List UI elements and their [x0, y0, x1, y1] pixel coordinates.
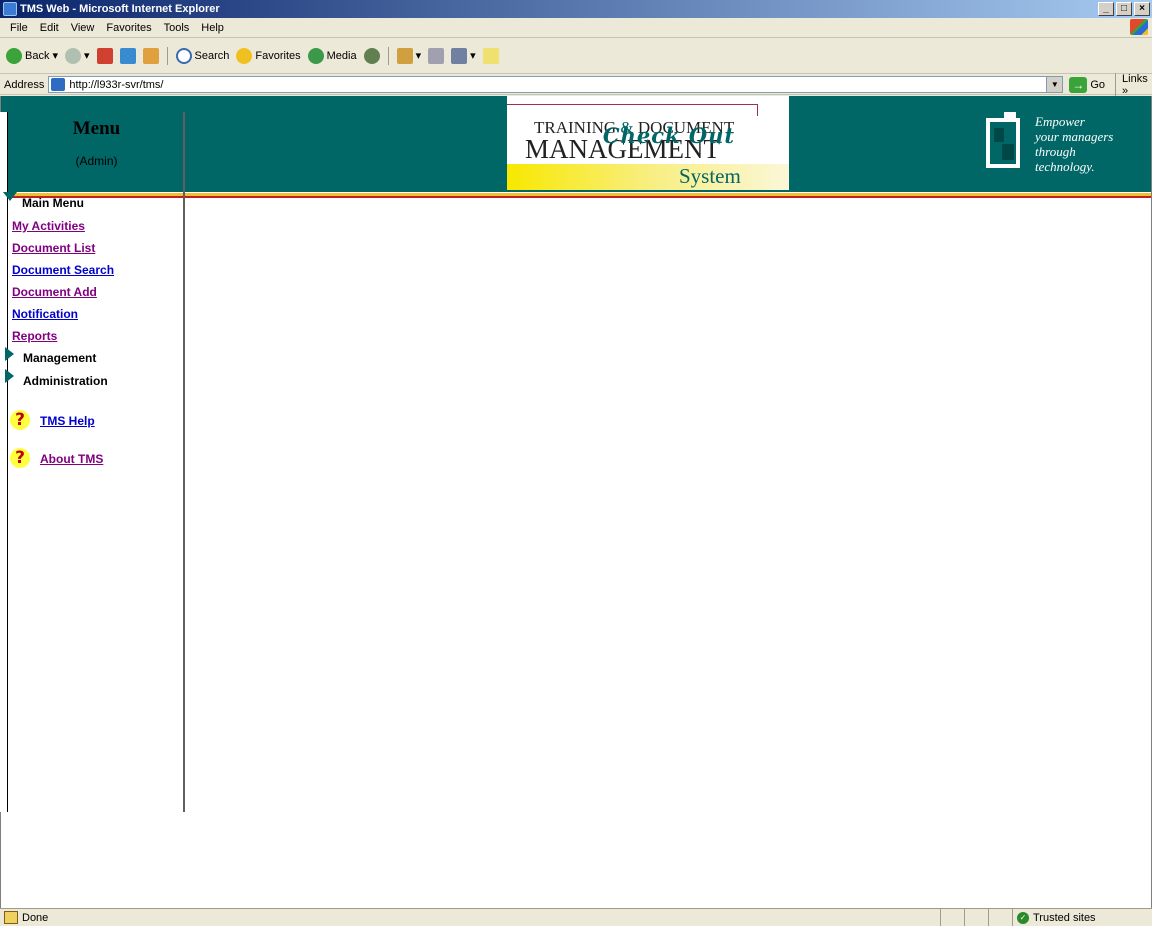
print-icon — [428, 47, 445, 64]
window-controls: _ □ × — [1098, 2, 1150, 16]
messenger-button[interactable] — [481, 47, 501, 64]
print-button[interactable] — [426, 47, 446, 64]
sidebar-item-document-search[interactable]: Document Search — [12, 263, 114, 277]
history-icon — [363, 47, 380, 64]
page-status-icon — [4, 911, 18, 924]
expand-right-icon[interactable] — [5, 369, 14, 383]
edit-button[interactable]: ▾ — [449, 47, 478, 64]
toolbar: Back ▾ ▾ Search Favorites Media ▾ ▾ — [0, 38, 1152, 74]
menu-title: Menu — [72, 118, 121, 139]
maximize-button[interactable]: □ — [1116, 2, 1132, 16]
media-icon — [307, 47, 324, 64]
search-button[interactable]: Search — [174, 47, 232, 64]
home-icon — [142, 47, 159, 64]
sidebar-item-document-add[interactable]: Document Add — [12, 285, 97, 299]
sidebar-item-administration[interactable]: Administration — [23, 374, 108, 388]
go-arrow-icon: → — [1069, 76, 1088, 93]
status-panes: ✓ Trusted sites — [940, 909, 1152, 926]
address-url: http://l933r-svr/tms/ — [69, 78, 164, 91]
toolbar-separator — [166, 46, 168, 65]
menu-tools[interactable]: Tools — [158, 22, 196, 34]
sidebar-item-my-activities[interactable]: My Activities — [12, 219, 85, 233]
security-zone: ✓ Trusted sites — [1012, 909, 1152, 926]
help-icon[interactable]: ? — [10, 410, 30, 430]
sidebar-item-document-list[interactable]: Document List — [12, 241, 95, 255]
menu-file[interactable]: File — [4, 22, 34, 34]
expand-down-icon[interactable] — [3, 192, 17, 201]
status-bar: Done ✓ Trusted sites — [0, 908, 1152, 926]
stop-icon — [96, 47, 113, 64]
menu-bar: File Edit View Favorites Tools Help — [0, 18, 1152, 38]
menu-favorites[interactable]: Favorites — [100, 22, 157, 34]
logo-line-3: System — [679, 164, 741, 188]
mail-icon — [396, 47, 413, 64]
back-arrow-icon — [6, 47, 22, 64]
main-menu-heading[interactable]: Main Menu — [22, 196, 84, 210]
go-button[interactable]: → Go — [1069, 76, 1105, 93]
trusted-check-icon: ✓ — [1017, 912, 1029, 924]
window-title-bar: TMS Web - Microsoft Internet Explorer _ … — [0, 0, 1152, 18]
about-tms-link[interactable]: About TMS — [40, 452, 103, 466]
address-bar: Address http://l933r-svr/tms/ ▼ → Go Lin… — [0, 72, 1152, 97]
links-toolbar[interactable]: Links » — [1115, 72, 1152, 97]
back-button[interactable]: Back ▾ — [4, 47, 60, 64]
media-button[interactable]: Media — [306, 47, 359, 64]
home-button[interactable] — [141, 47, 161, 64]
address-input[interactable]: http://l933r-svr/tms/ ▼ — [48, 76, 1064, 93]
status-text: Done — [22, 911, 49, 924]
expand-right-icon[interactable] — [5, 347, 14, 361]
note-icon — [482, 47, 499, 64]
page-icon — [51, 78, 66, 91]
minimize-button[interactable]: _ — [1098, 2, 1114, 16]
favorites-button[interactable]: Favorites — [234, 47, 302, 64]
forward-button[interactable]: ▾ — [63, 47, 92, 64]
address-label: Address — [4, 78, 45, 91]
ie-icon — [3, 2, 17, 16]
menu-edit[interactable]: Edit — [34, 22, 65, 34]
edit-icon — [451, 47, 468, 64]
page-title: Check Out — [602, 123, 736, 148]
user-role: (Admin) — [75, 154, 118, 168]
star-icon — [236, 47, 253, 64]
sidebar-item-notification[interactable]: Notification — [12, 307, 78, 321]
windows-logo-icon — [1130, 19, 1148, 35]
window-title: TMS Web - Microsoft Internet Explorer — [20, 3, 220, 15]
menu-help[interactable]: Help — [195, 22, 230, 34]
search-icon — [175, 47, 192, 64]
close-button[interactable]: × — [1134, 2, 1150, 16]
history-button[interactable] — [362, 47, 382, 64]
refresh-button[interactable] — [118, 47, 138, 64]
stop-button[interactable] — [95, 47, 115, 64]
sidebar-edge — [0, 112, 8, 812]
toolbar-separator — [387, 46, 389, 65]
sidebar-item-reports[interactable]: Reports — [12, 329, 57, 343]
forward-arrow-icon — [65, 47, 81, 64]
refresh-icon — [119, 47, 136, 64]
menu-view[interactable]: View — [65, 22, 101, 34]
sidebar-item-management[interactable]: Management — [23, 351, 96, 365]
help-icon[interactable]: ? — [10, 448, 30, 468]
tms-help-link[interactable]: TMS Help — [40, 414, 95, 428]
address-dropdown-icon[interactable]: ▼ — [1046, 77, 1063, 92]
mail-button[interactable]: ▾ — [395, 47, 424, 64]
sidebar-menu: Menu (Admin) Main Menu My Activities Doc… — [3, 112, 185, 812]
